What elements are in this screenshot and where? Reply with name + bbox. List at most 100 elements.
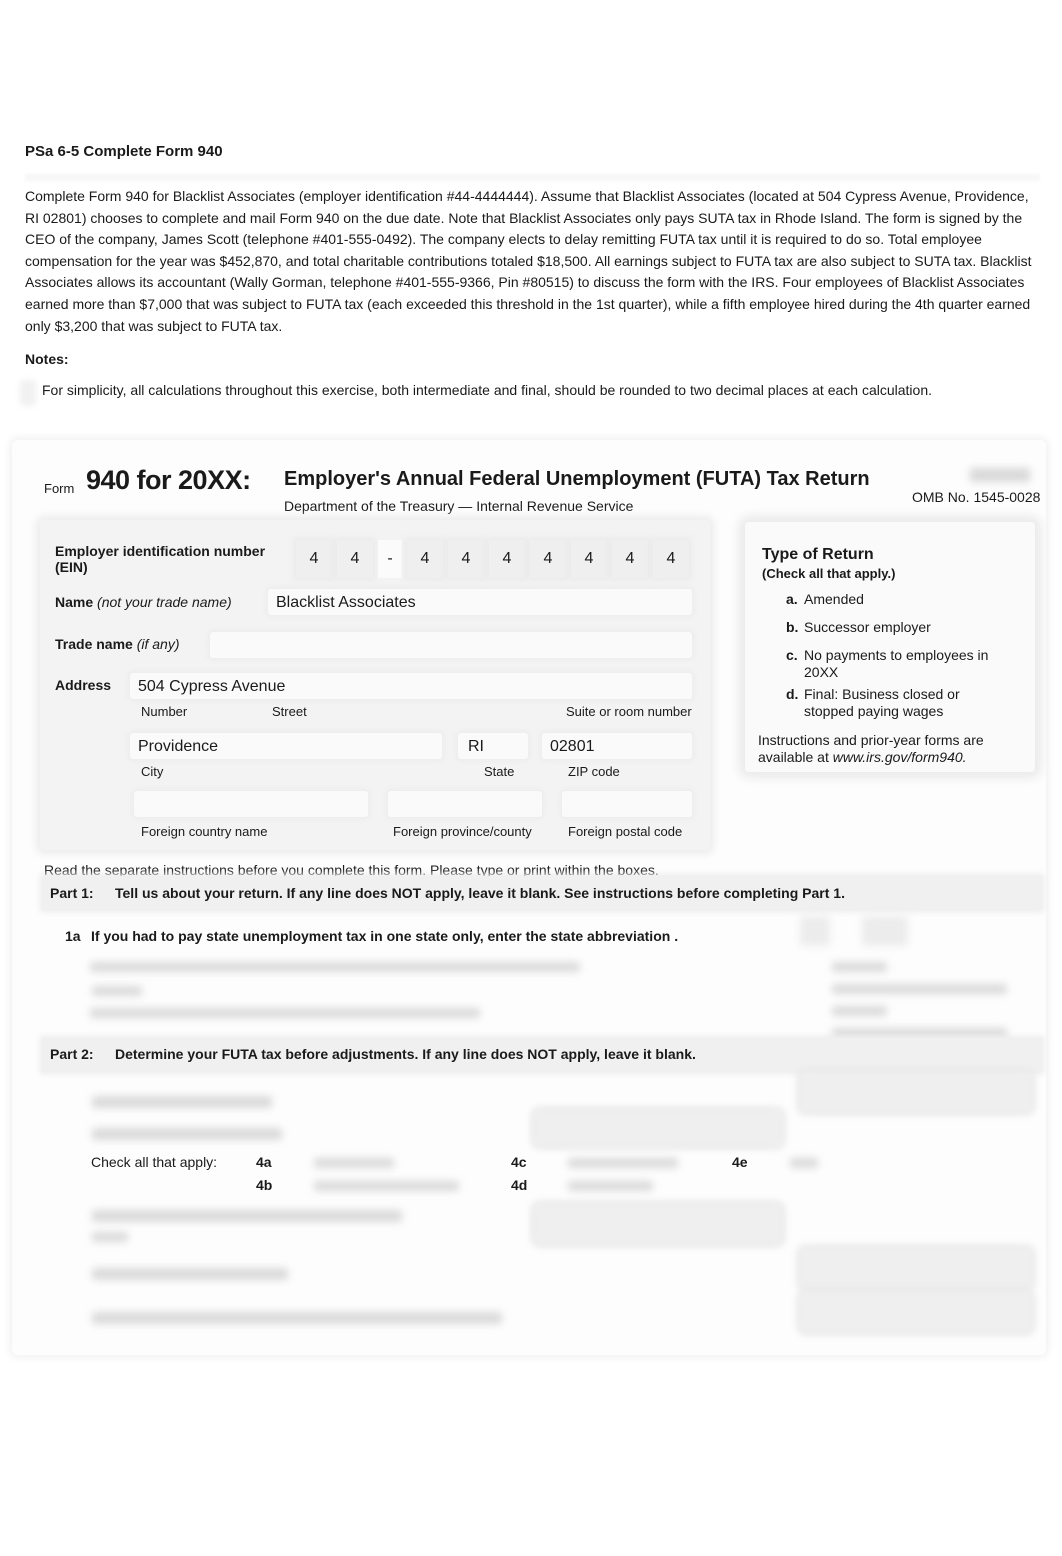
check-4d-text-blurred	[568, 1181, 653, 1191]
line-1a-state-box[interactable]	[800, 916, 830, 946]
line-4-amount-box[interactable]	[534, 1110, 782, 1146]
caption-foreign-postal: Foreign postal code	[568, 824, 683, 839]
option-code: b.	[786, 619, 799, 635]
check-all-label: Check all that apply:	[91, 1154, 218, 1170]
caption-foreign-province: Foreign province/county	[393, 824, 532, 839]
state-value: RI	[468, 738, 484, 755]
option-code: a.	[786, 591, 798, 607]
type-option-successor[interactable]: b. Successor employer	[786, 619, 1006, 636]
trade-name-input[interactable]	[210, 632, 692, 658]
ein-digit-2[interactable]: 4	[337, 540, 373, 578]
line-3-amount-box[interactable]	[800, 1072, 1032, 1112]
note-bullet-icon	[20, 380, 36, 406]
line-4-text-blurred	[92, 1128, 282, 1140]
city-value: Providence	[138, 738, 219, 755]
ein-digit-1[interactable]: 4	[296, 540, 332, 578]
option-label: Successor employer	[804, 619, 931, 635]
line-1a-text: If you had to pay state unemployment tax…	[91, 928, 679, 944]
street-value: 504 Cypress Avenue	[138, 678, 286, 695]
trade-name-label-hint: (if any)	[136, 636, 180, 652]
notes-heading: Notes:	[25, 351, 69, 367]
problem-description: Complete Form 940 for Blacklist Associat…	[25, 188, 1032, 334]
name-label-hint: (not your trade name)	[97, 594, 232, 610]
ein-digit-3[interactable]: 4	[407, 540, 443, 578]
title-divider	[25, 174, 1040, 182]
line-1a-code: 1a	[65, 928, 81, 944]
part2-header: Part 2: Determine your FUTA tax before ad…	[50, 1046, 696, 1062]
caption-city: City	[141, 764, 164, 779]
check-4b-text-blurred	[314, 1181, 459, 1191]
line-1b-check-blurred[interactable]	[832, 962, 887, 972]
caption-state: State	[484, 764, 515, 779]
line-1a-code-box[interactable]	[862, 916, 908, 946]
foreign-country-input[interactable]	[134, 791, 368, 817]
foreign-postal-input[interactable]	[562, 791, 692, 817]
ein-digit-5[interactable]: 4	[489, 540, 525, 578]
zip-input[interactable]: 02801	[542, 733, 692, 759]
trade-name-label: Trade name (if any)	[55, 636, 180, 652]
check-4d[interactable]: 4d	[511, 1177, 527, 1193]
line-5-amount-box[interactable]	[534, 1204, 782, 1244]
foreign-province-input[interactable]	[388, 791, 542, 817]
check-4a-text-blurred	[314, 1158, 394, 1168]
line-1b-text-blurred	[90, 962, 580, 972]
address-label: Address	[55, 677, 112, 693]
check-4c-text-blurred	[568, 1158, 678, 1168]
part2-title: Determine your FUTA tax before adjustmen…	[115, 1046, 696, 1062]
option-label: No payments to employees in 20XX	[804, 647, 989, 680]
line-7-text-blurred	[92, 1312, 502, 1324]
ein-label: Employer identification number (EIN)	[55, 543, 266, 575]
check-4e[interactable]: 4e	[732, 1154, 748, 1170]
line-2-text-blurred	[90, 1008, 480, 1018]
caption-zip: ZIP code	[568, 764, 620, 779]
option-label: Final: Business closed or stopped paying…	[804, 686, 960, 719]
type-option-amended[interactable]: a. Amended	[786, 591, 1006, 608]
zip-value: 02801	[550, 738, 595, 755]
name-input[interactable]: Blacklist Associates	[268, 589, 692, 615]
ein-digit-7[interactable]: 4	[571, 540, 607, 578]
type-of-return-subtitle: (Check all that apply.)	[762, 566, 896, 581]
irs-link[interactable]: www.irs.gov/form940.	[833, 749, 967, 765]
ein-digit-4[interactable]: 4	[448, 540, 484, 578]
type-of-return-title: Type of Return	[762, 546, 874, 563]
ein-digit-9[interactable]: 4	[653, 540, 689, 578]
omb-number: OMB No. 1545-0028	[912, 489, 1041, 505]
caption-suite: Suite or room number	[566, 704, 692, 719]
ein-digit-6[interactable]: 4	[530, 540, 566, 578]
form-heading: Employer's Annual Federal Unemployment (…	[284, 468, 870, 490]
form-code-blurred	[970, 468, 1030, 482]
form-number: 940 for 20XX:	[86, 465, 251, 495]
name-label: Name (not your trade name)	[55, 594, 232, 610]
ein-field: 4 4 - 4 4 4 4 4 4 4	[296, 540, 689, 578]
type-option-final[interactable]: d. Final: Business closed or stopped payi…	[786, 686, 1006, 720]
state-input[interactable]: RI	[458, 733, 528, 759]
instructions-note: Instructions and prior-year forms are av…	[758, 732, 1018, 766]
line-7-amount-box[interactable]	[800, 1292, 1032, 1332]
line-3-text-blurred	[92, 1096, 272, 1108]
part1-header: Part 1: Tell us about your return. If any…	[50, 885, 845, 901]
option-code: d.	[786, 686, 799, 702]
form-label: Form	[44, 481, 75, 496]
city-input[interactable]: Providence	[130, 733, 442, 759]
ein-digit-8[interactable]: 4	[612, 540, 648, 578]
check-4c[interactable]: 4c	[511, 1154, 527, 1170]
line-6-text-blurred	[92, 1268, 288, 1280]
check-4a[interactable]: 4a	[256, 1154, 272, 1170]
type-option-no-payments[interactable]: c. No payments to employees in 20XX	[786, 647, 1006, 681]
line-2-complete-blurred	[832, 1028, 1007, 1038]
check-4b[interactable]: 4b	[256, 1177, 272, 1193]
option-code: c.	[786, 647, 798, 663]
line-2-check-blurred[interactable]	[832, 1006, 887, 1016]
line-1a: 1a If you had to pay state unemployment t…	[65, 928, 678, 944]
trade-name-label-text: Trade name	[55, 636, 133, 652]
line-6-amount-box[interactable]	[800, 1248, 1032, 1288]
part2-label: Part 2:	[50, 1046, 94, 1062]
caption-street: Street	[272, 704, 307, 719]
check-4e-text-blurred	[790, 1158, 818, 1168]
caption-number: Number	[141, 704, 188, 719]
line-5-text-blurred	[92, 1210, 402, 1222]
option-label: Amended	[804, 591, 864, 607]
line-1b-text-blurred-2	[92, 986, 142, 996]
street-input[interactable]: 504 Cypress Avenue	[130, 673, 692, 699]
part1-title: Tell us about your return. If any line d…	[115, 885, 845, 901]
